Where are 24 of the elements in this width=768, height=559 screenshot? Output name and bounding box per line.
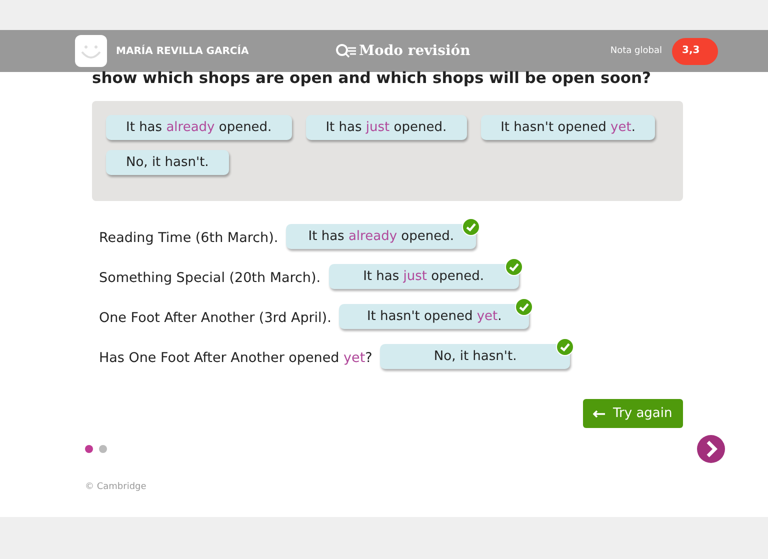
- search-list-icon: [335, 43, 357, 59]
- answer-chip[interactable]: It has already opened.: [106, 115, 292, 140]
- answer-chip[interactable]: It has already opened.: [286, 224, 476, 248]
- left-arrow-icon: [593, 410, 605, 418]
- try-again-button[interactable]: Try again: [583, 399, 683, 428]
- sentence-prompt: One Foot After Another (3rd April).: [99, 309, 332, 326]
- answer-chip[interactable]: It has just opened.: [328, 264, 519, 288]
- answer-chip[interactable]: No, it hasn't.: [106, 150, 229, 175]
- question-text: show which shops are open and which shops will be open soon?: [92, 69, 652, 89]
- answer-chip[interactable]: It has just opened.: [306, 115, 467, 140]
- answer-chip[interactable]: No, it hasn't.: [380, 344, 570, 368]
- grade-label: Nota global: [610, 46, 662, 56]
- sentence-prompt: Reading Time (6th March).: [99, 229, 278, 246]
- grade-badge: 3,3: [672, 38, 718, 64]
- answer-chip[interactable]: It hasn't opened yet.: [339, 304, 530, 328]
- answer-chip[interactable]: It hasn't opened yet.: [480, 115, 656, 140]
- mode-title: Modo revisión: [359, 43, 470, 59]
- page-dot[interactable]: [85, 445, 93, 453]
- smiley-avatar-icon: [75, 35, 107, 67]
- sentence-prompt: Has One Foot After Another opened yet?: [99, 349, 372, 366]
- user-name: MARÍA REVILLA GARCÍA: [116, 46, 249, 56]
- page-dot[interactable]: [99, 445, 107, 453]
- copyright-text: © Cambridge: [85, 482, 148, 492]
- sentence-prompt: Something Special (20th March).: [99, 269, 321, 286]
